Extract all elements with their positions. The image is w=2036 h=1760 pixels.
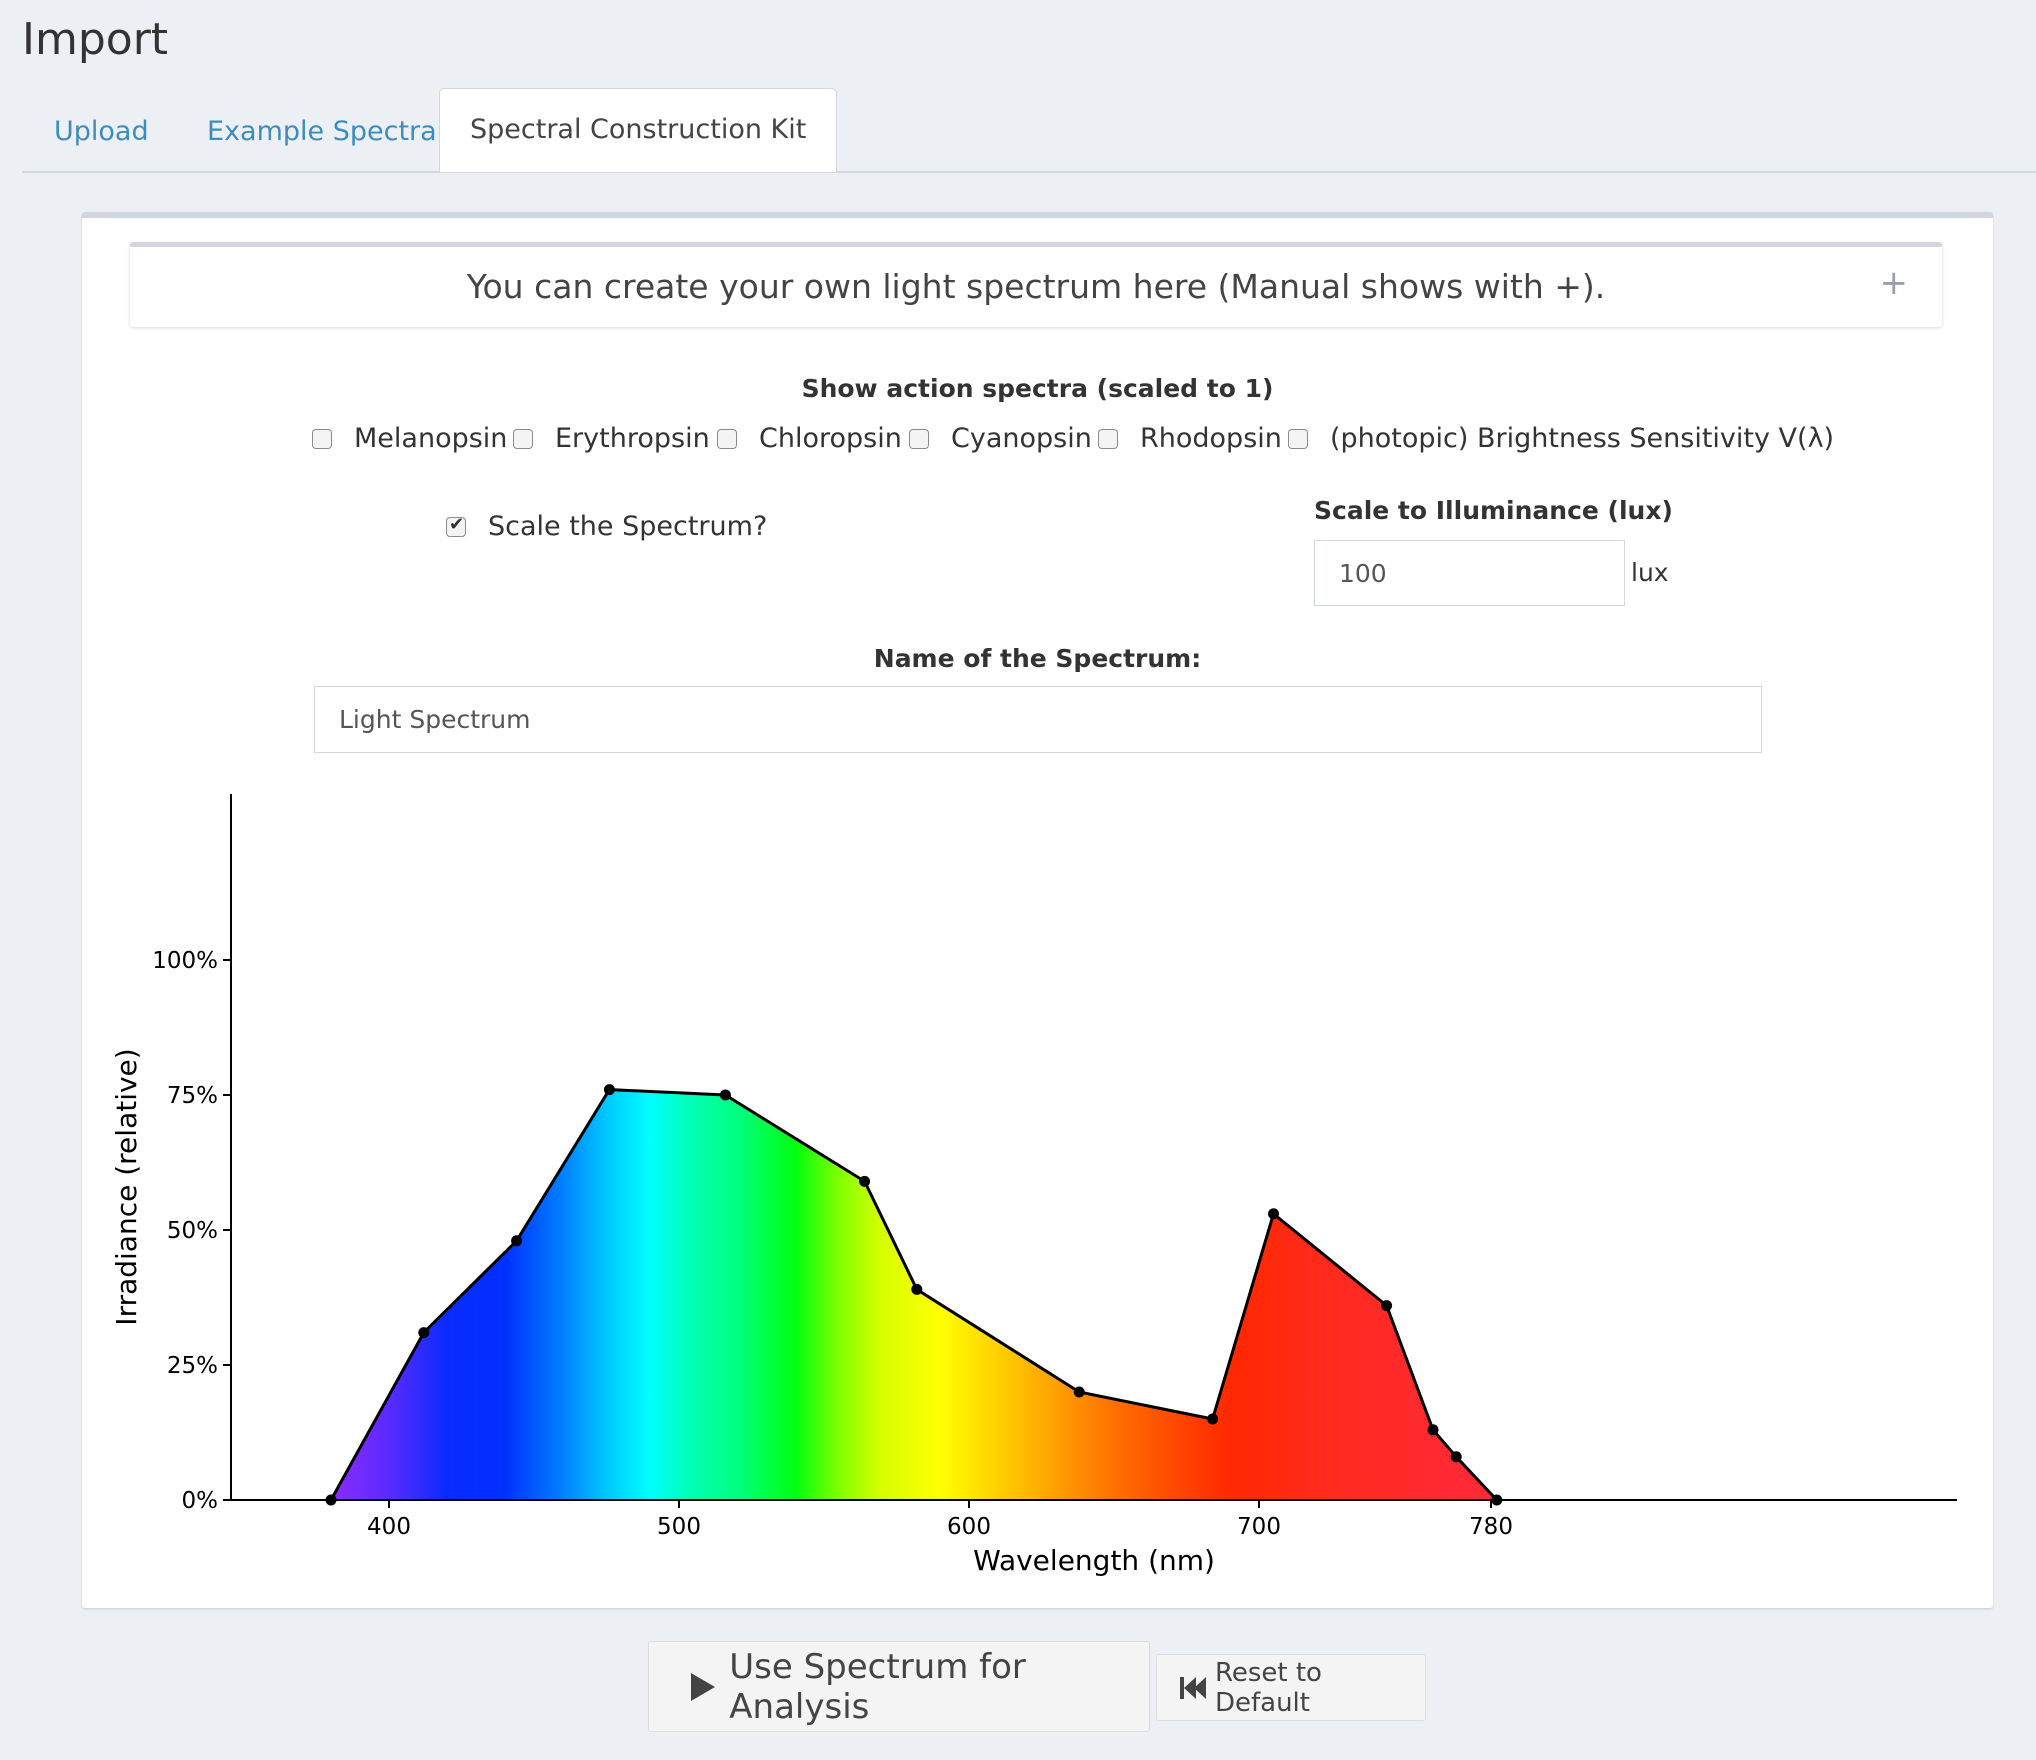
spectrum-point — [603, 1084, 615, 1096]
erythropsin-label: Erythropsin — [555, 423, 710, 454]
checkbox-box[interactable] — [513, 428, 533, 449]
y-tick-label: 50% — [167, 1218, 218, 1244]
brightness-sensitivity-label: (photopic) Brightness Sensitivity V(λ) — [1330, 423, 1835, 454]
y-tick-label: 100% — [152, 948, 218, 974]
tab-spectral-construction-kit[interactable]: Spectral Construction Kit — [439, 88, 838, 172]
spectrum-point — [418, 1327, 430, 1339]
x-tick-label: 700 — [1237, 1514, 1281, 1540]
spectrum-point — [719, 1089, 731, 1101]
checkbox-box[interactable] — [909, 428, 929, 449]
spectrum-point — [1427, 1424, 1439, 1436]
info-box: You can create your own light spectrum h… — [130, 242, 1942, 327]
spectrum-name-label: Name of the Spectrum: — [873, 644, 1202, 673]
brightness-sensitivity-checkbox[interactable]: (photopic) Brightness Sensitivity V(λ) — [1288, 423, 1834, 454]
checkbox-box[interactable] — [1288, 428, 1308, 449]
play-icon — [691, 1672, 715, 1701]
x-axis-label: Wavelength (nm) — [973, 1544, 1215, 1577]
y-tick-label: 75% — [167, 1083, 218, 1109]
scale-spectrum-checkbox[interactable]: Scale the Spectrum? — [446, 511, 767, 542]
checkbox-box[interactable] — [1098, 428, 1118, 449]
x-tick-label: 600 — [947, 1514, 991, 1540]
spectrum-chart-svg: 0% 25% 50% 75% 100% 400 500 600 700 780 Wavelength… — [110, 794, 1957, 1577]
x-tick-label: 400 — [367, 1514, 411, 1540]
info-text: You can create your own light spectrum h… — [466, 267, 1606, 306]
reset-to-default-button[interactable]: Reset to Default — [1156, 1654, 1426, 1721]
tab-example-spectra[interactable]: Example Spectra — [207, 88, 437, 171]
page-title: Import — [22, 14, 169, 65]
expand-icon[interactable]: + — [1880, 263, 1909, 303]
action-spectra-options: Melanopsin Erythropsin Chloropsin Cyanop… — [82, 423, 1993, 463]
spectrum-point — [1381, 1300, 1393, 1312]
spectrum-point — [911, 1283, 923, 1295]
illuminance-label: Scale to Illuminance (lux) — [1314, 496, 1673, 525]
spectrum-point — [1268, 1208, 1279, 1220]
erythropsin-checkbox[interactable]: Erythropsin — [513, 423, 710, 454]
melanopsin-checkbox[interactable]: Melanopsin — [312, 423, 507, 454]
spectrum-point — [1207, 1413, 1219, 1425]
illuminance-unit: lux — [1631, 558, 1669, 587]
tab-upload[interactable]: Upload — [54, 88, 149, 171]
y-tick-label: 0% — [182, 1488, 219, 1514]
rhodopsin-checkbox[interactable]: Rhodopsin — [1098, 423, 1282, 454]
action-spectra-label: Show action spectra (scaled to 1) — [801, 374, 1274, 403]
chloropsin-label: Chloropsin — [759, 423, 902, 454]
spectrum-chart: 0% 25% 50% 75% 100% 400 500 600 700 780 Wavelength… — [82, 778, 1993, 1598]
checkbox-box-checked[interactable] — [446, 514, 466, 537]
spectrum-point — [511, 1235, 523, 1247]
tab-bar: Upload Example Spectra Spectral Construc… — [22, 88, 2036, 173]
fast-backward-icon — [1180, 1676, 1206, 1699]
checkbox-box[interactable] — [717, 428, 737, 449]
melanopsin-label: Melanopsin — [354, 423, 508, 454]
scale-spectrum-label: Scale the Spectrum? — [488, 511, 768, 542]
construction-kit-panel: You can create your own light spectrum h… — [82, 212, 1993, 1608]
spectrum-area — [331, 1089, 1497, 1500]
spectrum-name-input[interactable]: Light Spectrum — [314, 686, 1762, 753]
spectrum-point — [1450, 1451, 1462, 1463]
spectrum-point — [859, 1175, 871, 1187]
y-tick-label: 25% — [167, 1353, 218, 1379]
cyanopsin-label: Cyanopsin — [951, 423, 1092, 454]
x-tick-label: 780 — [1469, 1514, 1513, 1540]
use-spectrum-button[interactable]: Use Spectrum for Analysis — [648, 1641, 1150, 1732]
y-axis-label: Irradiance (relative) — [110, 1048, 143, 1325]
checkbox-box[interactable] — [312, 428, 332, 449]
chloropsin-checkbox[interactable]: Chloropsin — [717, 423, 902, 454]
reset-to-default-label: Reset to Default — [1214, 1657, 1322, 1718]
spectrum-point — [1073, 1386, 1085, 1398]
cyanopsin-checkbox[interactable]: Cyanopsin — [909, 423, 1092, 454]
use-spectrum-label: Use Spectrum for Analysis — [729, 1646, 1026, 1727]
rhodopsin-label: Rhodopsin — [1140, 423, 1282, 454]
illuminance-input[interactable]: 100 — [1314, 540, 1625, 606]
x-tick-label: 500 — [657, 1514, 701, 1540]
